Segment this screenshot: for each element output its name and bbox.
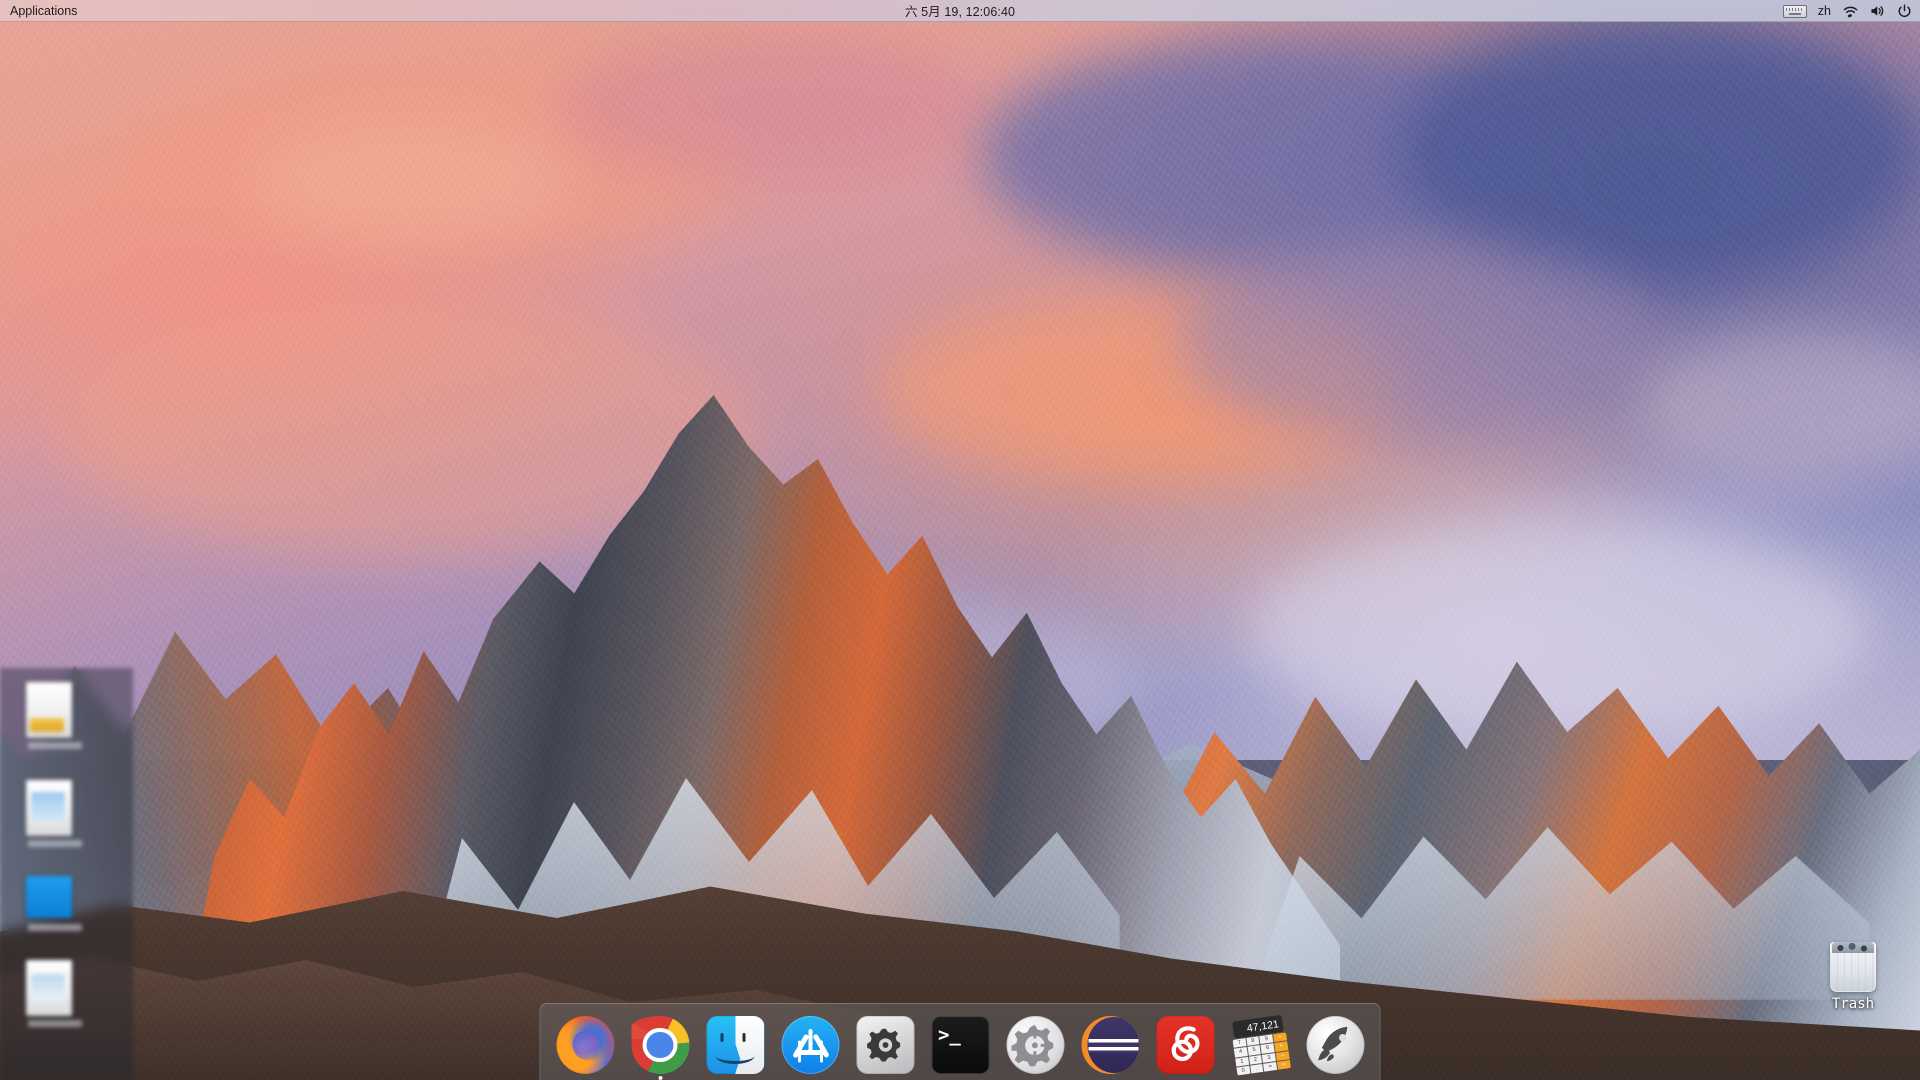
list-item[interactable] (26, 780, 86, 847)
firefox-icon (556, 1016, 614, 1074)
dock-item-chrome[interactable] (630, 1015, 691, 1080)
netease-music-icon (1156, 1016, 1214, 1074)
volume-icon[interactable] (1870, 4, 1886, 18)
trash-desktop-icon[interactable]: Trash (1814, 942, 1892, 1012)
dock-item-finder[interactable] (705, 1015, 766, 1076)
wallpaper-mountains (0, 0, 1920, 1080)
dock-item-system-preferences[interactable] (855, 1015, 916, 1076)
applications-menu[interactable]: Applications (10, 4, 77, 18)
blurred-file-panel[interactable] (0, 668, 133, 1080)
eclipse-icon (1081, 1016, 1139, 1074)
dock-item-firefox[interactable] (555, 1015, 616, 1076)
dock: >_ 47,121 7 8 9 ÷ 4 5 6 × 1 2 3 − 0 . = … (539, 1003, 1381, 1080)
desktop: Applications 六 5月 19, 12:06:40 zh Trash … (0, 0, 1920, 1080)
power-icon[interactable] (1897, 3, 1912, 19)
menu-bar: Applications 六 5月 19, 12:06:40 zh (0, 0, 1920, 22)
list-item[interactable] (26, 960, 86, 1027)
list-item[interactable] (26, 682, 86, 749)
dock-item-calculator[interactable]: 47,121 7 8 9 ÷ 4 5 6 × 1 2 3 − 0 . = + (1227, 1012, 1293, 1078)
trash-icon (1830, 942, 1876, 992)
wifi-icon[interactable] (1842, 4, 1859, 18)
desktop-wallpaper (0, 0, 1920, 1080)
rocket-icon (1306, 1016, 1364, 1074)
trash-label: Trash (1831, 996, 1875, 1012)
dock-item-eclipse[interactable] (1080, 1015, 1141, 1076)
calc-key: = (1262, 1061, 1277, 1072)
dock-item-app-store[interactable] (780, 1015, 841, 1076)
calculator-icon: 47,121 7 8 9 ÷ 4 5 6 × 1 2 3 − 0 . = + (1227, 1012, 1293, 1078)
dock-item-terminal[interactable]: >_ (930, 1015, 991, 1076)
calc-key: 0 (1235, 1065, 1250, 1076)
keyboard-icon[interactable] (1782, 4, 1807, 18)
app-store-icon (781, 1016, 839, 1074)
menu-bar-clock: 六 5月 19, 12:06:40 (904, 5, 1016, 19)
gear-square-icon (856, 1016, 914, 1074)
dock-item-launchpad[interactable] (1305, 1015, 1366, 1076)
dock-item-settings[interactable] (1005, 1015, 1066, 1076)
gear-round-icon (1006, 1016, 1064, 1074)
finder-icon (706, 1016, 764, 1074)
dock-item-netease-music[interactable] (1155, 1015, 1216, 1076)
input-language-indicator[interactable]: zh (1818, 4, 1831, 18)
running-indicator (658, 1075, 662, 1080)
calc-key: . (1249, 1063, 1264, 1074)
chrome-icon (631, 1016, 689, 1074)
terminal-icon: >_ (931, 1016, 989, 1074)
list-item[interactable] (26, 876, 86, 940)
calc-key: + (1276, 1059, 1291, 1070)
calculator-keypad: 7 8 9 ÷ 4 5 6 × 1 2 3 − 0 . = + (1232, 1032, 1291, 1076)
terminal-prompt-text: >_ (937, 1024, 961, 1047)
